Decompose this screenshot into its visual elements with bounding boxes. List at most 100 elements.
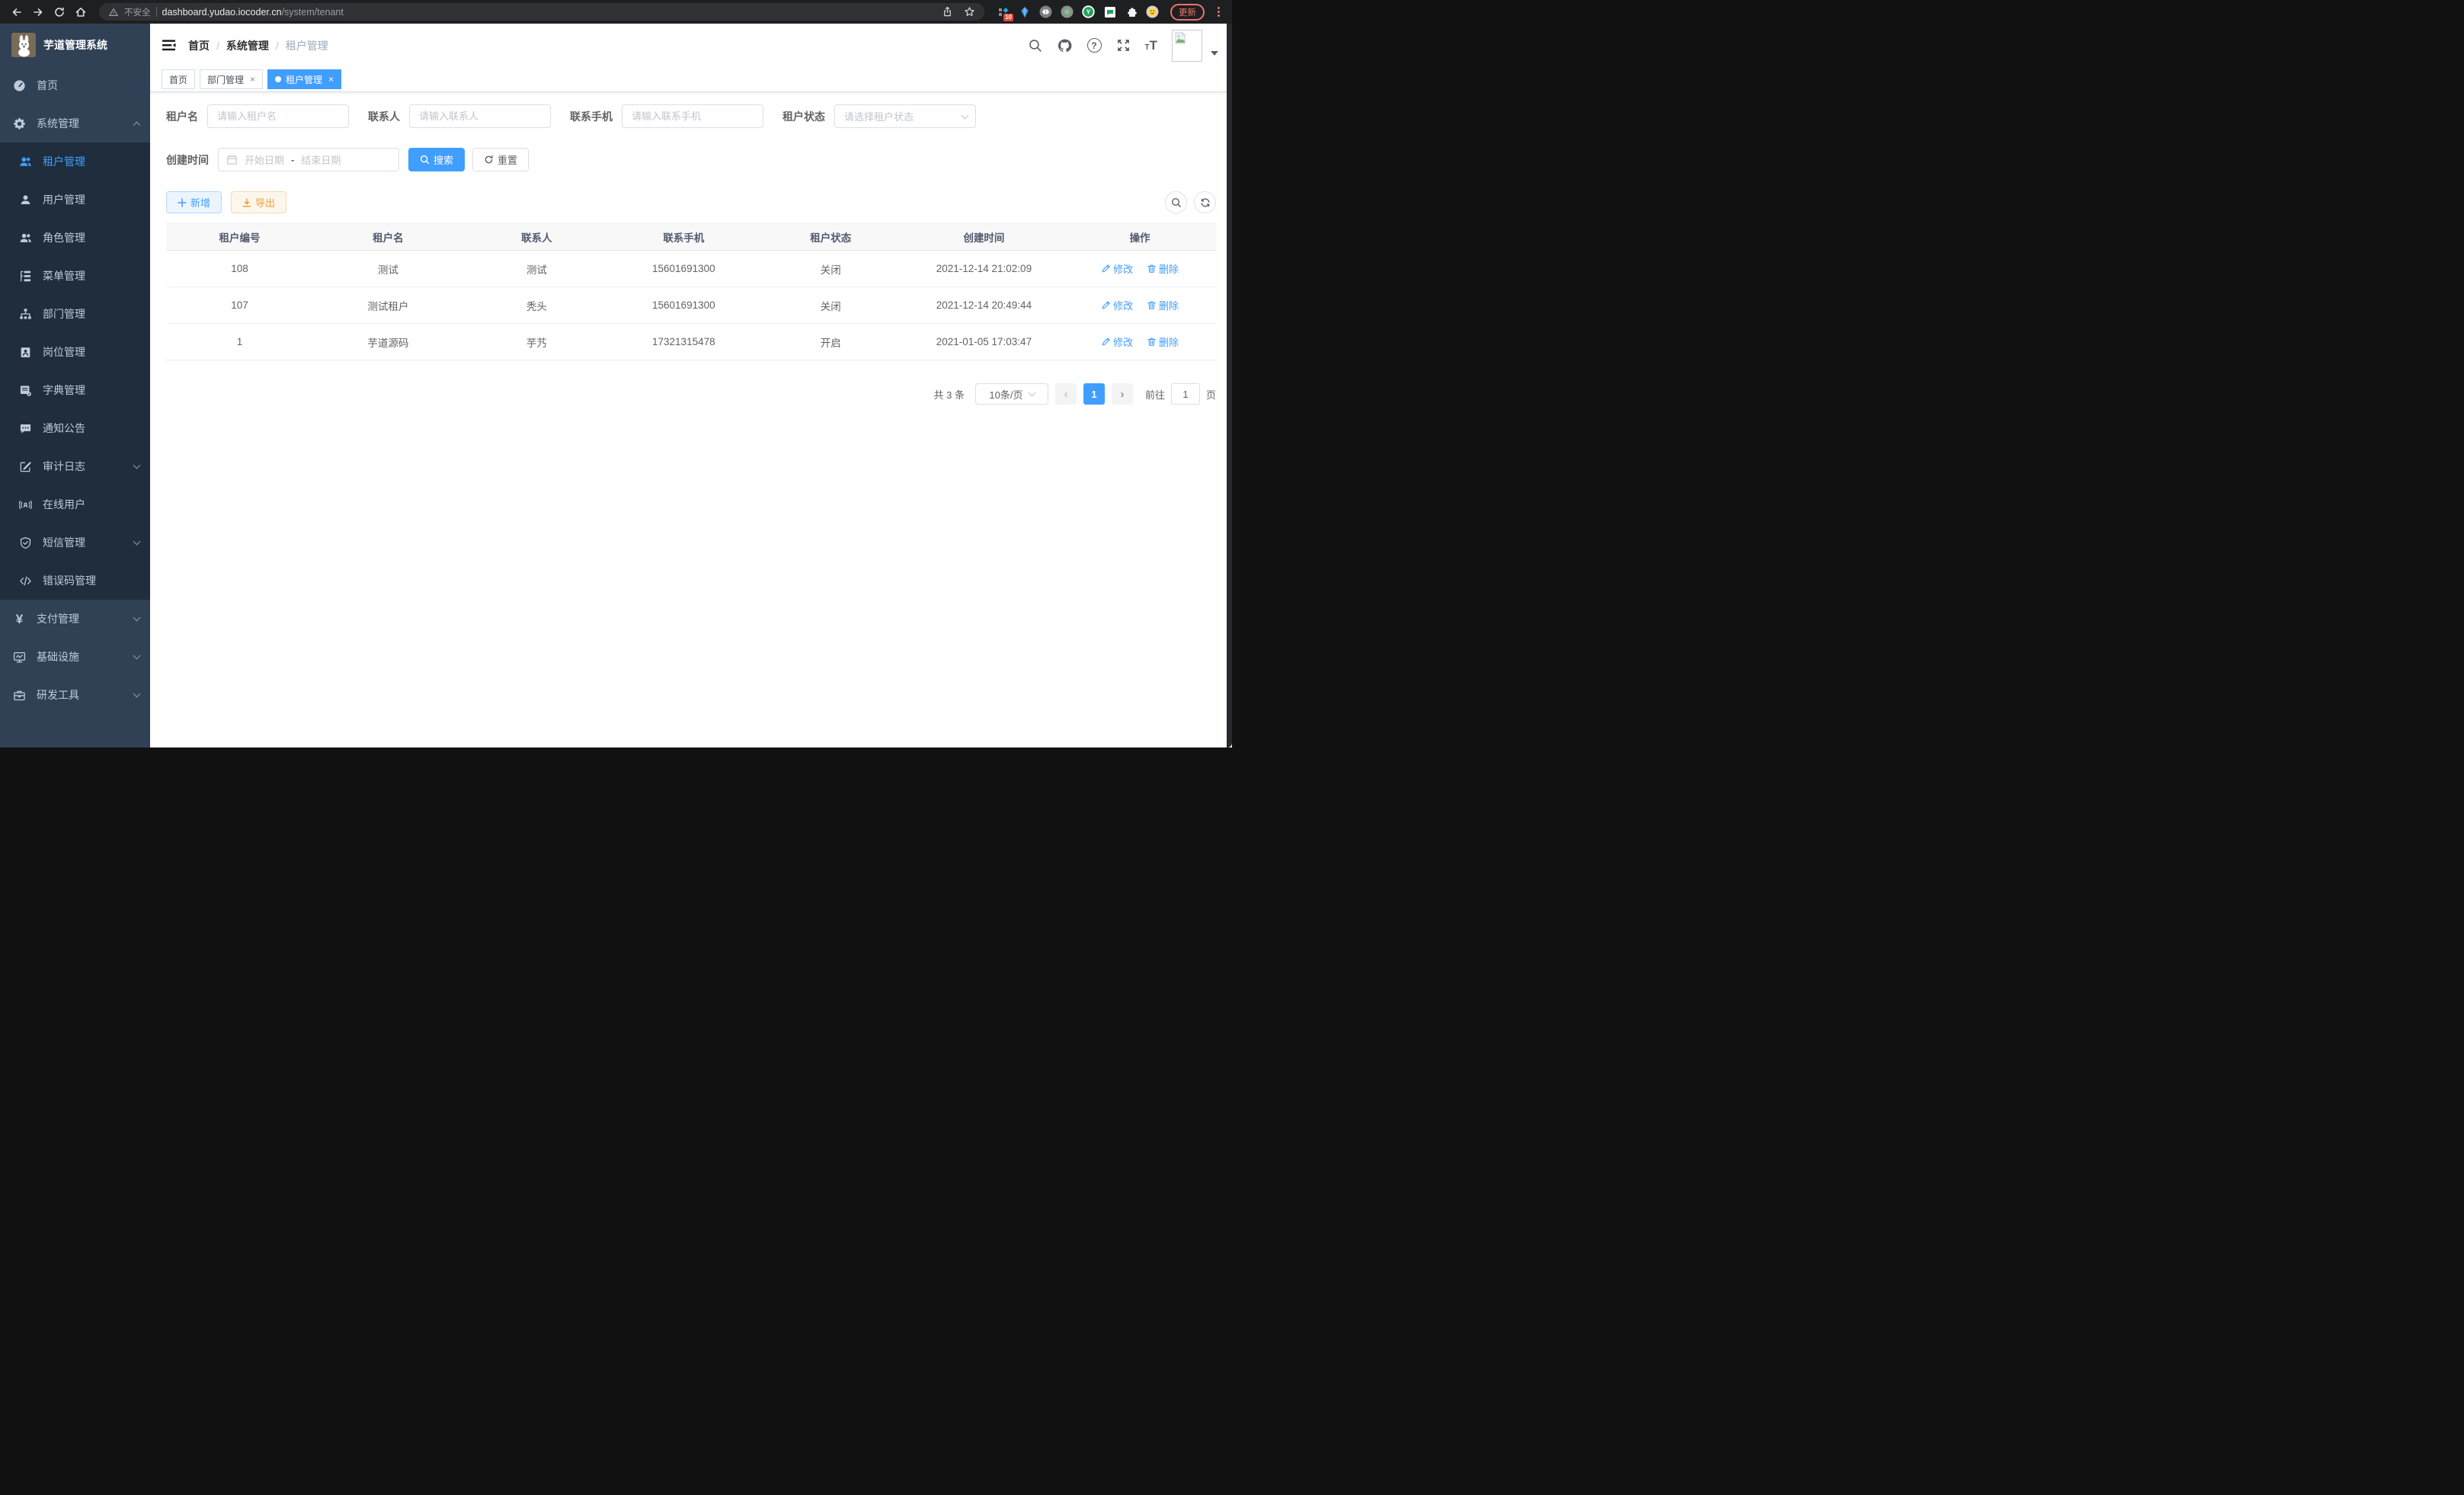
sidebar: 芋道管理系统 首页 系统管理 租户管理 用户管理 角色管理 <box>0 24 150 748</box>
sidebar-item-tenant[interactable]: 租户管理 <box>0 142 150 181</box>
cell-actions: 修改 删除 <box>1064 251 1216 287</box>
delete-link[interactable]: 删除 <box>1147 298 1179 312</box>
mobile-input[interactable] <box>622 104 763 128</box>
start-date-placeholder: 开始日期 <box>245 152 284 167</box>
sidebar-item-system[interactable]: 系统管理 <box>0 104 150 142</box>
browser-forward-button[interactable] <box>29 3 47 21</box>
next-page-button[interactable]: › <box>1112 383 1133 405</box>
avatar[interactable] <box>1172 30 1202 62</box>
sidebar-item-audit-log[interactable]: 审计日志 <box>0 447 150 485</box>
delete-link[interactable]: 删除 <box>1147 335 1179 349</box>
breadcrumb-section[interactable]: 系统管理 <box>226 38 269 53</box>
sidebar-item-sms[interactable]: 短信管理 <box>0 523 150 562</box>
extension-grid-icon[interactable]: 10 <box>997 5 1010 18</box>
browser-update-button[interactable]: 更新 <box>1170 4 1205 21</box>
tag-dept[interactable]: 部门管理 × <box>200 69 263 89</box>
app-logo-rabbit <box>11 33 36 57</box>
browser-window: 不安全 dashboard.yudao.iocoder.cn/system/te… <box>0 0 1232 748</box>
extension-dot-icon[interactable] <box>1061 5 1074 18</box>
table-row: 107 测试租户 秃头 15601691300 关闭 2021-12-14 20… <box>166 287 1216 324</box>
sidebar-item-post[interactable]: 岗位管理 <box>0 333 150 371</box>
close-icon[interactable]: × <box>250 74 255 85</box>
extension-emoji-icon[interactable] <box>1146 5 1159 18</box>
sidebar-item-infra[interactable]: 基础设施 <box>0 638 150 676</box>
sidebar-item-dict[interactable]: 字典管理 <box>0 371 150 409</box>
add-button[interactable]: 新增 <box>166 191 222 213</box>
font-size-button[interactable]: TT <box>1145 38 1158 53</box>
end-date-placeholder: 结束日期 <box>301 152 341 167</box>
sidebar-item-online-user[interactable]: 在线用户 <box>0 485 150 523</box>
search-button[interactable]: 搜索 <box>408 148 465 171</box>
header-search-button[interactable] <box>1028 38 1042 53</box>
browser-reload-button[interactable] <box>50 3 69 21</box>
contact-input[interactable] <box>409 104 551 128</box>
address-bar[interactable]: 不安全 dashboard.yudao.iocoder.cn/system/te… <box>99 3 984 21</box>
tags-view-bar: 首页 部门管理 × 租户管理 × <box>150 67 1232 92</box>
browser-menu-button[interactable] <box>1218 7 1220 17</box>
page-size-select[interactable]: 10条/页 <box>975 383 1048 405</box>
breadcrumb-current: 租户管理 <box>286 38 328 53</box>
sidebar-item-home[interactable]: 首页 <box>0 66 150 104</box>
security-label: 不安全 <box>124 6 151 18</box>
edit-link[interactable]: 修改 <box>1101 261 1133 276</box>
sidebar-item-menu[interactable]: 菜单管理 <box>0 257 150 295</box>
browser-home-button[interactable] <box>72 3 90 21</box>
top-navbar: 首页 / 系统管理 / 租户管理 ? <box>150 24 1232 67</box>
page-1-button[interactable]: 1 <box>1083 383 1105 405</box>
sidebar-item-pay[interactable]: ¥ 支付管理 <box>0 600 150 638</box>
delete-link[interactable]: 删除 <box>1147 261 1179 276</box>
tag-home[interactable]: 首页 <box>162 69 195 89</box>
trash-icon <box>1147 337 1157 347</box>
create-time-range-picker[interactable]: 开始日期 - 结束日期 <box>218 148 399 171</box>
tenant-table: 租户编号 租户名 联系人 联系手机 租户状态 创建时间 操作 <box>166 223 1216 360</box>
tag-tenant[interactable]: 租户管理 × <box>267 69 341 89</box>
prev-page-button[interactable]: ‹ <box>1055 383 1077 405</box>
col-created: 创建时间 <box>904 224 1064 251</box>
close-icon[interactable]: × <box>328 74 334 85</box>
export-button[interactable]: 导出 <box>231 191 286 213</box>
sidebar-item-error-code[interactable]: 错误码管理 <box>0 562 150 600</box>
edit-link[interactable]: 修改 <box>1101 335 1133 349</box>
browser-back-button[interactable] <box>8 3 26 21</box>
col-tenant-id: 租户编号 <box>166 224 313 251</box>
sidebar-item-user[interactable]: 用户管理 <box>0 181 150 219</box>
help-button[interactable]: ? <box>1087 38 1102 53</box>
share-icon <box>942 6 953 18</box>
window-scrollbar[interactable] <box>1227 24 1232 748</box>
roles-icon <box>19 232 32 245</box>
extension-y-icon[interactable]: Y <box>1082 5 1095 18</box>
cell-created: 2021-12-14 21:02:09 <box>904 251 1064 287</box>
github-button[interactable] <box>1057 38 1073 53</box>
extension-puzzle-icon[interactable] <box>1125 5 1138 18</box>
goto-page-input[interactable] <box>1171 383 1200 405</box>
table-header-row: 租户编号 租户名 联系人 联系手机 租户状态 创建时间 操作 <box>166 224 1216 251</box>
breadcrumb-home[interactable]: 首页 <box>188 38 210 53</box>
fullscreen-button[interactable] <box>1116 38 1131 53</box>
sidebar-item-devtools[interactable]: 研发工具 <box>0 676 150 714</box>
bookmark-button[interactable] <box>964 6 975 18</box>
sidebar-item-notice[interactable]: 通知公告 <box>0 409 150 447</box>
tenant-page: 租户名 联系人 联系手机 租户状态 请选择租户状态 <box>150 92 1232 748</box>
sidebar-item-dept[interactable]: 部门管理 <box>0 295 150 333</box>
extension-chat-icon[interactable] <box>1103 5 1116 18</box>
sidebar-collapse-button[interactable] <box>162 39 176 52</box>
show-search-toggle-button[interactable] <box>1165 191 1187 213</box>
refresh-icon <box>484 155 494 165</box>
extension-gem-icon[interactable] <box>1018 5 1031 18</box>
app-title: 芋道管理系统 <box>43 37 107 53</box>
refresh-table-button[interactable] <box>1194 191 1216 213</box>
app-logo-row[interactable]: 芋道管理系统 <box>0 24 150 66</box>
reset-button[interactable]: 重置 <box>472 148 529 171</box>
edit-link[interactable]: 修改 <box>1101 298 1133 312</box>
extension-command-icon[interactable] <box>1039 5 1052 18</box>
chevron-down-icon <box>133 651 141 659</box>
address-divider <box>156 7 157 17</box>
goto-label: 前往 <box>1145 387 1165 402</box>
search-icon <box>1028 38 1042 53</box>
status-select[interactable]: 请选择租户状态 <box>834 104 976 128</box>
sidebar-item-role[interactable]: 角色管理 <box>0 219 150 257</box>
avatar-caret-icon[interactable] <box>1211 51 1218 56</box>
tenant-name-input[interactable] <box>207 104 349 128</box>
create-time-label: 创建时间 <box>166 152 209 168</box>
share-button[interactable] <box>942 6 953 18</box>
